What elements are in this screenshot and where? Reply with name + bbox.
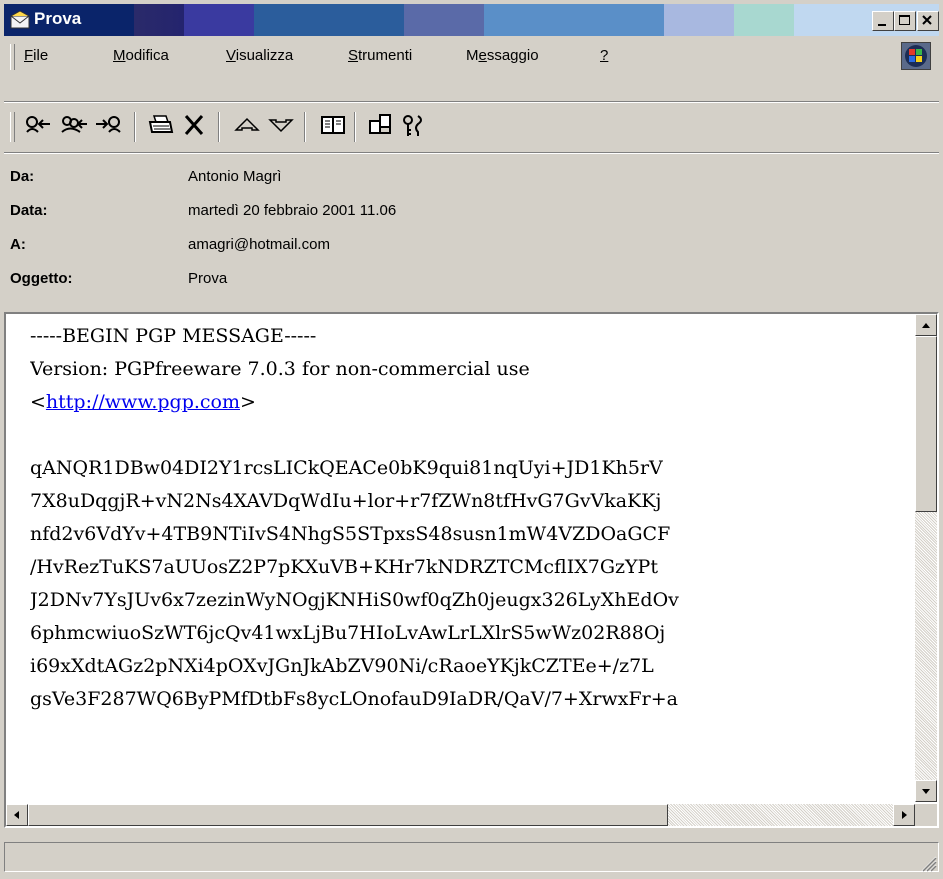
pgp-body-line: /HvRezTuKS7aUUosZ2P7pKXuVB+KHr7kNDRZTCMc… — [30, 556, 658, 578]
previous-icon — [234, 117, 260, 131]
status-bar — [4, 840, 939, 874]
mail-envelope-icon — [10, 10, 30, 29]
maximize-icon — [899, 15, 910, 25]
title-bar[interactable]: Prova — [4, 4, 939, 36]
print-button[interactable] — [146, 110, 176, 144]
email-window: Prova File Modifica Visualizza Strumenti… — [0, 0, 943, 879]
windows-logo-icon — [901, 42, 931, 70]
menu-file[interactable]: File — [24, 47, 48, 64]
to-label: A: — [10, 236, 26, 253]
menu-strumenti[interactable]: Strumenti — [348, 47, 412, 64]
subject-label: Oggetto: — [10, 270, 73, 287]
pgp-website-link[interactable]: http://www.pgp.com — [46, 391, 240, 413]
reply-icon — [26, 116, 50, 133]
toolbar-header-separator — [4, 152, 939, 154]
resize-grip-icon[interactable] — [917, 852, 937, 872]
menu-grip[interactable] — [10, 44, 15, 70]
message-body[interactable]: -----BEGIN PGP MESSAGE----- Version: PGPf… — [30, 320, 910, 800]
next-button[interactable] — [266, 110, 296, 144]
scroll-left-arrow-icon — [14, 811, 19, 819]
maximize-button[interactable] — [894, 11, 916, 31]
toolbar-grip[interactable] — [10, 112, 15, 142]
status-panel — [4, 842, 939, 872]
delete-button[interactable] — [180, 110, 210, 144]
menu-modifica[interactable]: Modifica — [113, 47, 169, 64]
minimize-icon — [878, 24, 886, 26]
toolbar-separator — [218, 112, 220, 142]
toolbar — [4, 108, 939, 148]
pgp-body-line: i69xXdtAGz2pNXi4pOXvJGnJkAbZV90Ni/cRaoeY… — [30, 655, 654, 677]
toolbar-separator — [304, 112, 306, 142]
pgp-body-line: J2DNv7YsJUv6x7zezinWyNOgjKNHiS0wf0qZh0je… — [30, 589, 679, 611]
scroll-right-arrow-icon — [902, 811, 907, 819]
security-icon — [403, 115, 422, 136]
address-book-button[interactable] — [318, 110, 348, 144]
reply-all-icon — [61, 116, 87, 133]
delete-icon — [184, 115, 204, 135]
message-body-frame[interactable]: -----BEGIN PGP MESSAGE----- Version: PGPf… — [4, 312, 939, 828]
window-title: Prova — [34, 9, 82, 28]
reply-all-button[interactable] — [58, 110, 88, 144]
scroll-down-arrow-icon — [922, 789, 930, 794]
pgp-body-line: nfd2v6VdYv+4TB9NTiIvS4NhgS5STpxsS48susn1… — [30, 523, 671, 545]
scroll-up-button[interactable] — [915, 314, 937, 336]
pgp-body-line: 6phmcwiuoSzWT6jcQv41wxLjBu7HIoLvAwLrLXlr… — [30, 622, 666, 644]
close-button[interactable] — [917, 11, 939, 31]
horizontal-scrollbar[interactable] — [6, 804, 915, 826]
toolbar-separator — [134, 112, 136, 142]
menu-help[interactable]: ? — [600, 47, 608, 64]
forward-icon — [96, 116, 121, 133]
from-label: Da: — [10, 168, 35, 185]
scroll-left-button[interactable] — [6, 804, 28, 826]
previous-button[interactable] — [232, 110, 262, 144]
next-icon — [268, 119, 294, 133]
security-button[interactable] — [398, 110, 428, 144]
scroll-up-arrow-icon — [922, 323, 930, 328]
scroll-right-button[interactable] — [893, 804, 915, 826]
toolbar-separator — [354, 112, 356, 142]
pgp-begin-line: -----BEGIN PGP MESSAGE----- — [30, 325, 317, 347]
vertical-scrollbar[interactable] — [915, 314, 937, 802]
pgp-link-line: <http://www.pgp.com> — [30, 391, 256, 413]
scrollbar-corner — [915, 804, 937, 826]
forward-button[interactable] — [94, 110, 124, 144]
vertical-scroll-thumb[interactable] — [915, 336, 937, 512]
encoding-icon — [369, 114, 391, 134]
subject-value: Prova — [188, 270, 228, 287]
date-value: martedì 20 febbraio 2001 11.06 — [188, 202, 397, 219]
close-icon — [922, 15, 932, 25]
reply-button[interactable] — [22, 110, 52, 144]
address-book-icon — [321, 116, 345, 134]
horizontal-scroll-thumb[interactable] — [28, 804, 668, 826]
minimize-button[interactable] — [872, 11, 894, 31]
pgp-body-line: qANQR1DBw04DI2Y1rcsLICkQEACe0bK9qui81nqU… — [30, 457, 663, 479]
pgp-body-line: gsVe3F287WQ6ByPMfDtbFs8ycLOnofauD9IaDR/Q… — [30, 688, 678, 710]
scroll-down-button[interactable] — [915, 780, 937, 802]
to-value: amagri@hotmail.com — [188, 236, 330, 253]
pgp-body-line: 7X8uDqgjR+vN2Ns4XAVDqWdIu+lor+r7fZWn8tfH… — [30, 490, 662, 512]
date-label: Data: — [10, 202, 48, 219]
menu-visualizza[interactable]: Visualizza — [226, 47, 293, 64]
menu-bar: File Modifica Visualizza Strumenti Messa… — [4, 40, 939, 74]
menu-toolbar-separator — [4, 101, 939, 103]
encoding-button[interactable] — [366, 110, 396, 144]
print-icon — [148, 115, 174, 133]
from-value: Antonio Magrì — [188, 168, 282, 185]
pgp-version-line: Version: PGPfreeware 7.0.3 for non-comme… — [30, 358, 530, 380]
menu-messaggio[interactable]: Messaggio — [466, 47, 539, 64]
